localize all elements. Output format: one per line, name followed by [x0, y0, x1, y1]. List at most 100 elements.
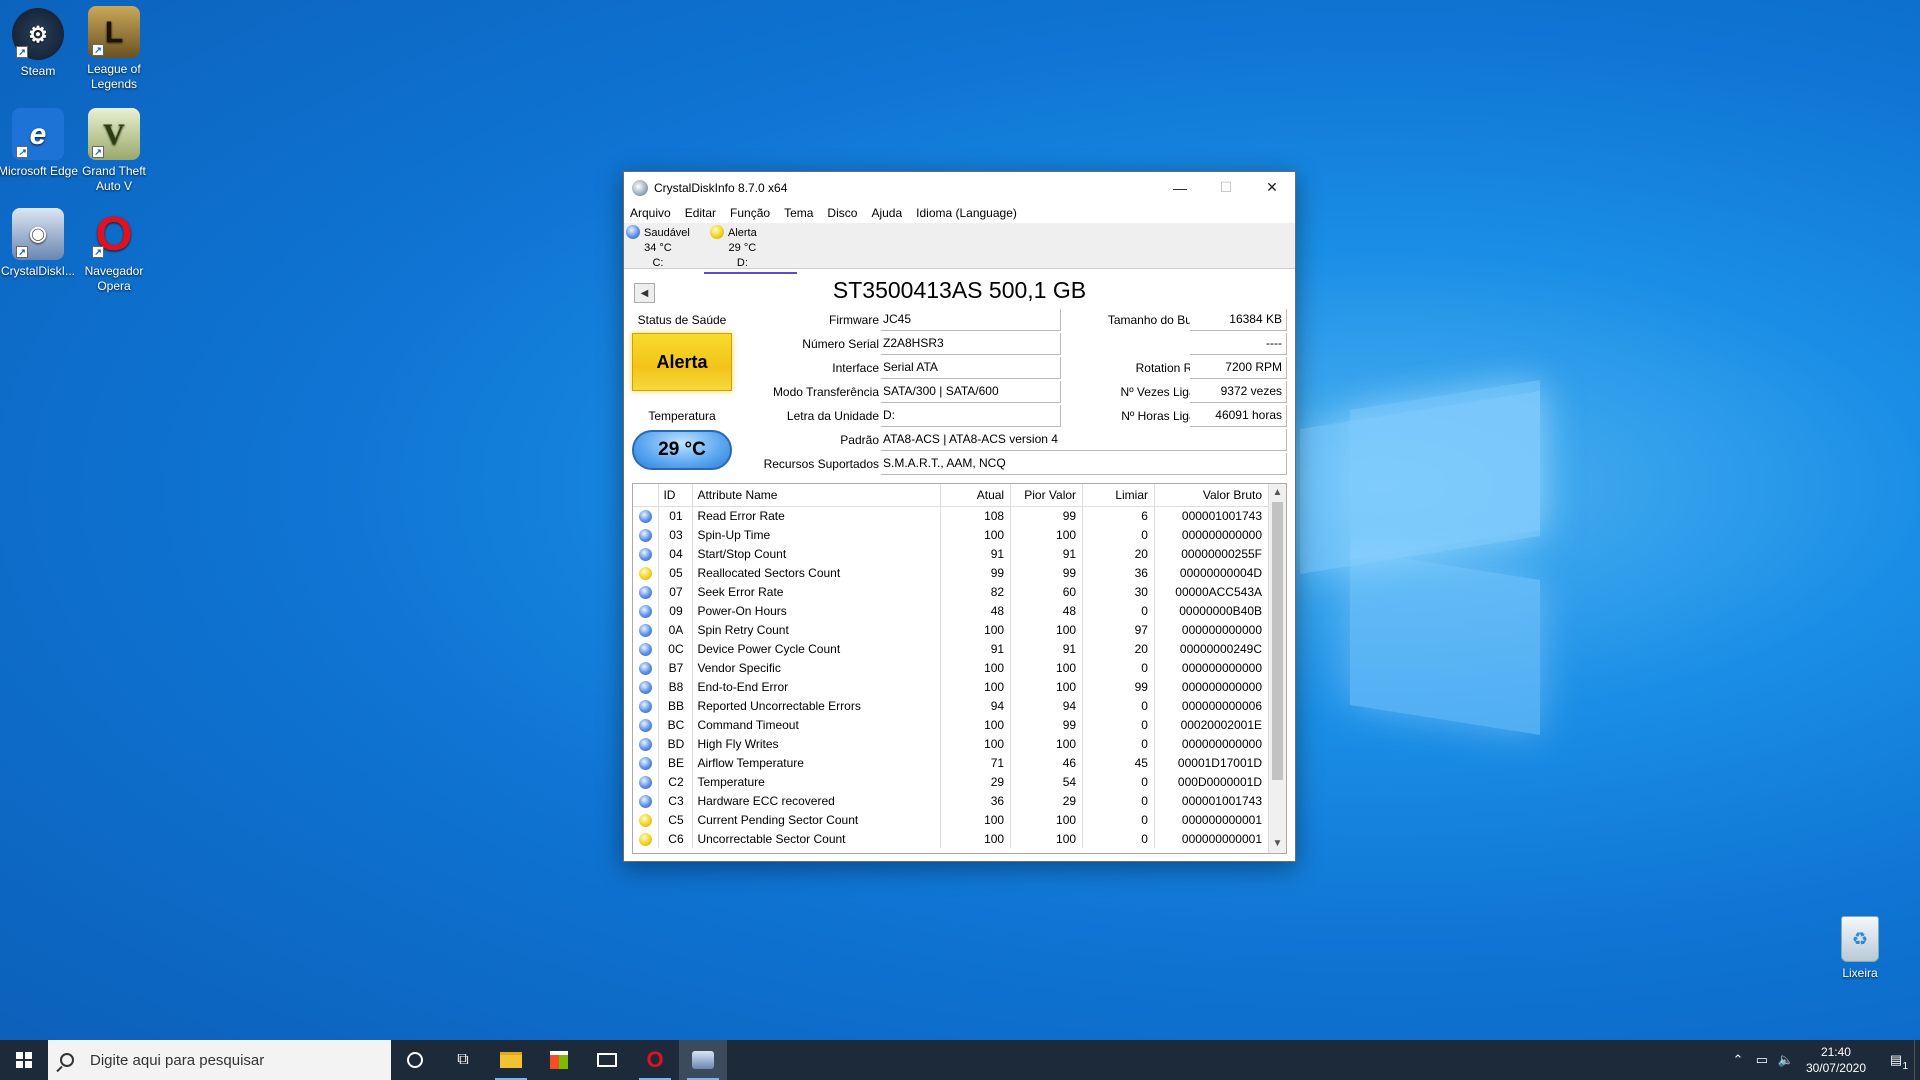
worst-value: 94	[1010, 696, 1084, 715]
chevron-up-icon[interactable]: ⌃	[1726, 1052, 1750, 1068]
threshold-value: 0	[1082, 810, 1155, 829]
menu-ajuda[interactable]: Ajuda	[871, 206, 902, 220]
taskbar-search-box[interactable]: Digite aqui para pesquisar	[48, 1040, 391, 1080]
column-attribute-name[interactable]: Attribute Name	[692, 484, 942, 507]
column-id[interactable]: ID	[658, 484, 694, 507]
close-button[interactable]: ✕	[1249, 172, 1295, 203]
current-value: 100	[940, 715, 1012, 734]
crystaldiskinfo-taskbar-button[interactable]	[679, 1040, 727, 1080]
status-dot	[633, 639, 660, 658]
status-dot	[633, 525, 660, 544]
drive-tab-d[interactable]: Alerta 29 °C D:	[704, 225, 797, 274]
attribute-id: 07	[658, 582, 694, 601]
threshold-value: 0	[1082, 791, 1155, 810]
table-row[interactable]: 01 Read Error Rate 108 99 6 000001001743	[633, 506, 1270, 525]
cortana-button[interactable]	[391, 1040, 439, 1080]
current-value: 100	[940, 810, 1012, 829]
table-row[interactable]: BD High Fly Writes 100 100 0 000000000000	[633, 734, 1270, 753]
desktop-icon-opera[interactable]: O ↗ Navegador Opera	[70, 208, 158, 294]
healthy-status-icon	[639, 528, 653, 542]
title-bar[interactable]: CrystalDiskInfo 8.7.0 x64 — ☐ ✕	[624, 172, 1295, 203]
file-explorer-button[interactable]	[487, 1040, 535, 1080]
clock[interactable]: 21:40 30/07/2020	[1806, 1044, 1866, 1076]
menu-funcao[interactable]: Função	[730, 206, 770, 220]
table-row[interactable]: 03 Spin-Up Time 100 100 0 000000000000	[633, 525, 1270, 544]
table-row[interactable]: C3 Hardware ECC recovered 36 29 0 00000100174…	[633, 791, 1270, 810]
minimize-button[interactable]: —	[1157, 172, 1203, 203]
notification-center-icon[interactable]: ▤ 1	[1878, 1052, 1914, 1072]
status-dot	[633, 734, 660, 753]
healthy-status-icon	[639, 756, 653, 770]
attribute-id: C3	[658, 791, 694, 810]
start-button[interactable]	[0, 1040, 48, 1080]
column-status[interactable]	[633, 484, 660, 507]
attribute-name: Uncorrectable Sector Count	[692, 829, 942, 848]
scrollbar-thumb[interactable]	[1272, 502, 1283, 780]
menu-editar[interactable]: Editar	[685, 206, 716, 220]
scroll-down-icon[interactable]: ▼	[1269, 835, 1286, 853]
power-on-count-field: 9372 vezes	[1190, 381, 1287, 403]
volume-icon[interactable]: 🔈	[1774, 1052, 1798, 1068]
attribute-name: End-to-End Error	[692, 677, 942, 696]
menu-idioma[interactable]: Idioma (Language)	[916, 206, 1017, 220]
column-worst[interactable]: Pior Valor	[1010, 484, 1084, 507]
gta-v-icon: V ↗	[88, 108, 140, 160]
attribute-name: Temperature	[692, 772, 942, 791]
temperature-badge[interactable]: 29 °C	[632, 430, 732, 470]
column-threshold[interactable]: Limiar	[1082, 484, 1155, 507]
health-status-badge[interactable]: Alerta	[632, 333, 732, 391]
menu-disco[interactable]: Disco	[827, 206, 857, 220]
clock-date: 30/07/2020	[1805, 1061, 1866, 1075]
current-value: 91	[940, 544, 1012, 563]
menu-tema[interactable]: Tema	[784, 206, 813, 220]
worst-value: 91	[1010, 544, 1084, 563]
table-row[interactable]: 05 Reallocated Sectors Count 99 99 36 0000000…	[633, 563, 1270, 582]
threshold-value: 20	[1082, 639, 1155, 658]
table-row[interactable]: B7 Vendor Specific 100 100 0 000000000000	[633, 658, 1270, 677]
desktop-icon-league-of-legends[interactable]: L ↗ League of Legends	[70, 6, 158, 92]
column-raw-value[interactable]: Valor Bruto	[1154, 484, 1270, 507]
maximize-button[interactable]: ☐	[1203, 172, 1249, 203]
raw-value: 00000000004D	[1154, 563, 1270, 582]
attribute-name: Current Pending Sector Count	[692, 810, 942, 829]
attribute-name: Seek Error Rate	[692, 582, 942, 601]
table-scrollbar[interactable]: ▲ ▼	[1268, 484, 1286, 853]
desktop-icon-recycle-bin[interactable]: Lixeira	[1812, 916, 1908, 980]
attribute-id: B7	[658, 658, 694, 677]
table-row[interactable]: 0C Device Power Cycle Count 91 91 20 00000000…	[633, 639, 1270, 658]
threshold-value: 0	[1082, 734, 1155, 753]
drive-tab-c[interactable]: Saudável 34 °C C:	[626, 225, 690, 271]
desktop-icon-label: Navegador Opera	[84, 264, 144, 293]
table-row[interactable]: C6 Uncorrectable Sector Count 100 100 0 00000…	[633, 829, 1270, 848]
opera-taskbar-button[interactable]: O	[631, 1040, 679, 1080]
desktop-icon-gta-v[interactable]: V ↗ Grand Theft Auto V	[70, 108, 158, 194]
status-dot	[633, 563, 660, 582]
table-row[interactable]: 04 Start/Stop Count 91 91 20 00000000255F	[633, 544, 1270, 563]
steam-icon: ⚙ ↗	[12, 8, 64, 60]
current-value: 99	[940, 563, 1012, 582]
menu-arquivo[interactable]: Arquivo	[630, 206, 671, 220]
table-row[interactable]: BE Airflow Temperature 71 46 45 00001D17001D	[633, 753, 1270, 772]
table-row[interactable]: 07 Seek Error Rate 82 60 30 00000ACC543A	[633, 582, 1270, 601]
table-row[interactable]: B8 End-to-End Error 100 100 99 000000000000	[633, 677, 1270, 696]
table-row[interactable]: BC Command Timeout 100 99 0 00020002001E	[633, 715, 1270, 734]
table-row[interactable]: C5 Current Pending Sector Count 100 100 0 000…	[633, 810, 1270, 829]
microsoft-store-button[interactable]	[535, 1040, 583, 1080]
standard-field: ATA8-ACS | ATA8-ACS version 4	[881, 429, 1287, 451]
table-row[interactable]: BB Reported Uncorrectable Errors 94 94 0 0000…	[633, 696, 1270, 715]
column-current[interactable]: Atual	[940, 484, 1012, 507]
show-desktop-button[interactable]	[1914, 1040, 1920, 1080]
table-row[interactable]: C2 Temperature 29 54 0 000D0000001D	[633, 772, 1270, 791]
scroll-up-icon[interactable]: ▲	[1269, 484, 1286, 502]
recycle-bin-label: Lixeira	[1842, 966, 1878, 980]
search-icon	[60, 1053, 74, 1067]
table-row[interactable]: 09 Power-On Hours 48 48 0 00000000B40B	[633, 601, 1270, 620]
task-view-button[interactable]: ⧉	[439, 1040, 487, 1080]
blank-label: ----	[1064, 337, 1209, 351]
attribute-name: Power-On Hours	[692, 601, 942, 620]
attribute-id: BD	[658, 734, 694, 753]
mail-button[interactable]	[583, 1040, 631, 1080]
drive-letter-field: D:	[881, 405, 1061, 427]
table-row[interactable]: 0A Spin Retry Count 100 100 97 000000000000	[633, 620, 1270, 639]
network-icon[interactable]: ▭	[1750, 1052, 1774, 1068]
